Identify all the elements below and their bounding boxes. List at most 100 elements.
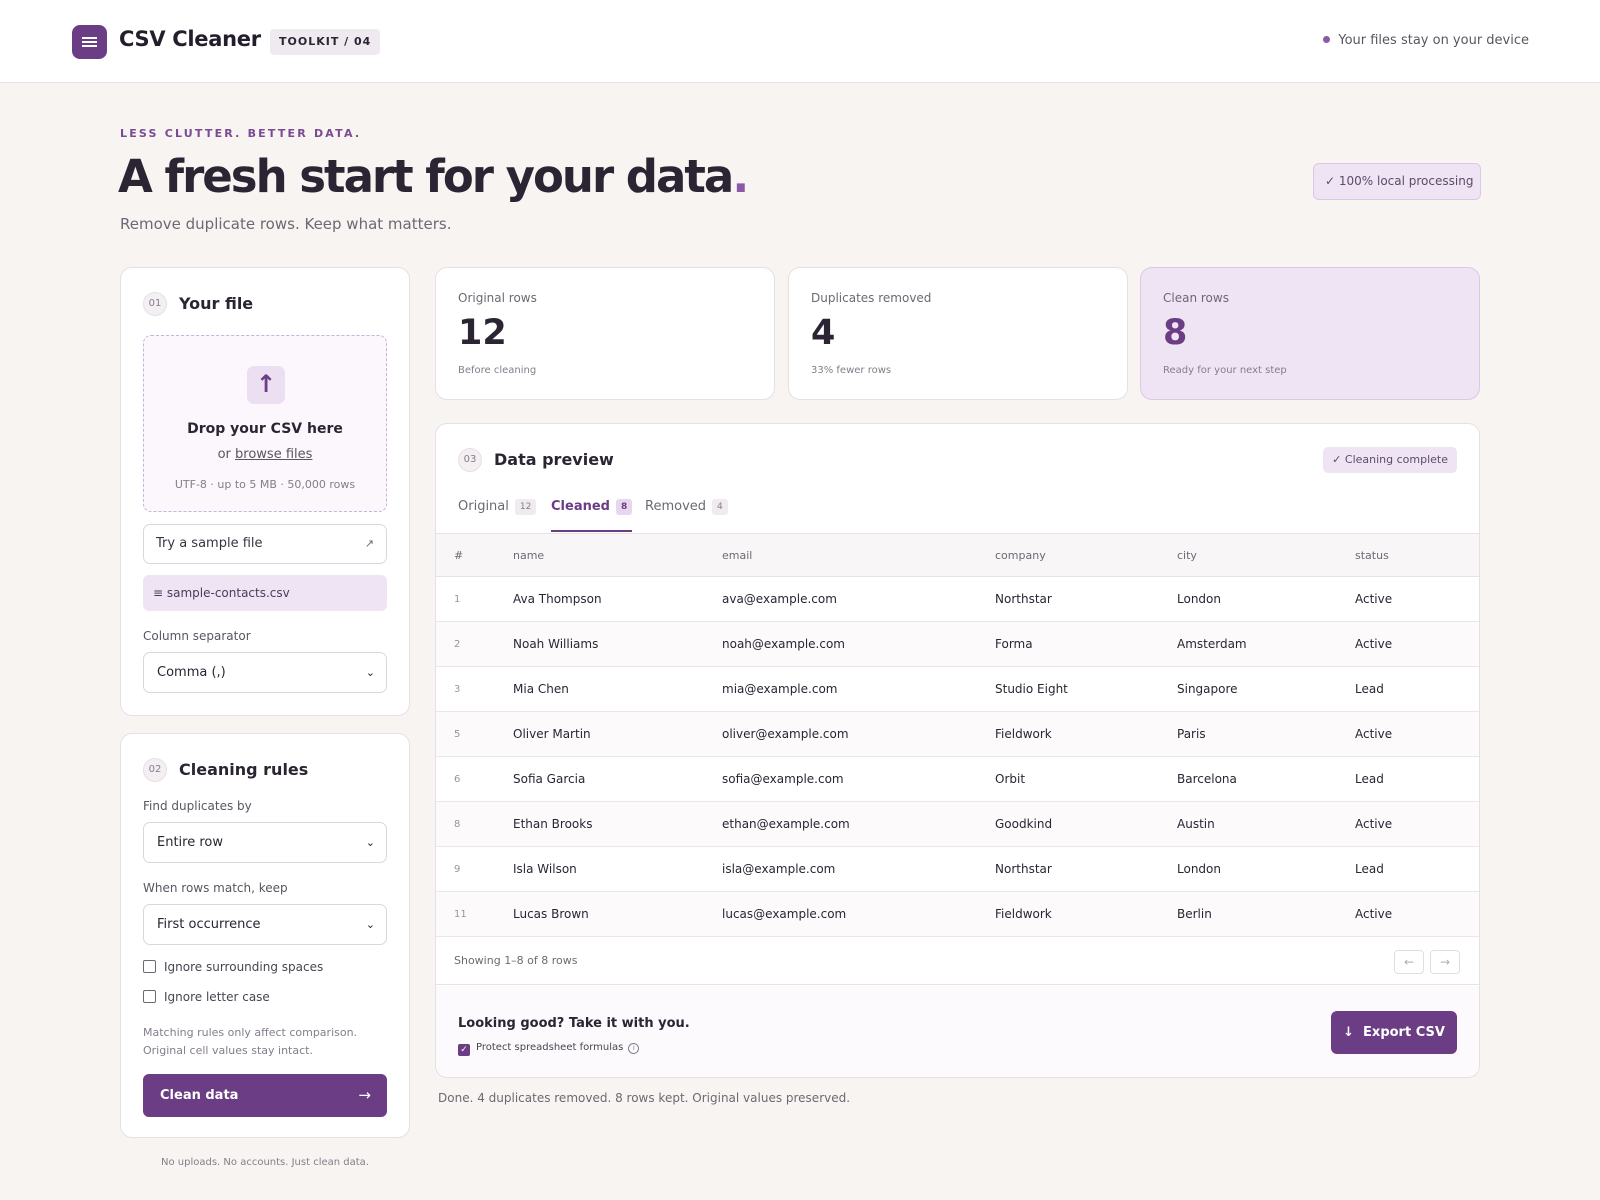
column-header: city (1177, 533, 1355, 577)
table-cell-index: 3 (436, 666, 513, 712)
local-processing-badge: ✓ 100% local processing (1313, 163, 1481, 200)
app-title: CSV Cleaner (119, 27, 261, 51)
upload-arrow-icon: ↑ (247, 366, 285, 404)
table-row[interactable]: 8 Ethan Brooks ethan@example.com Goodkind Au… (436, 801, 1479, 847)
stat-value: 4 (811, 313, 836, 353)
keep-rule-select[interactable]: First occurrence ⌄ (143, 904, 387, 945)
step-number: 02 (143, 758, 167, 782)
tab-removed[interactable]: Removed 4 (645, 499, 728, 532)
tab-count: 4 (712, 499, 728, 515)
table-cell-email: sofia@example.com (722, 756, 995, 802)
table-cell-email: mia@example.com (722, 666, 995, 712)
step-number: 03 (458, 448, 482, 472)
menu-icon[interactable] (72, 25, 107, 59)
table-cell-index: 8 (436, 801, 513, 847)
checkbox-box[interactable] (143, 990, 156, 1003)
csv-dropzone[interactable]: ↑ Drop your CSV here or browse files UTF… (143, 335, 387, 512)
status-message: Done. 4 duplicates removed. 8 rows kept.… (438, 1091, 851, 1105)
table-cell-status: Active (1355, 621, 1479, 667)
top-bar: CSV Cleaner TOOLKIT / 04 Your files stay… (0, 0, 1600, 83)
hero-eyebrow: LESS CLUTTER. BETTER DATA. (120, 127, 362, 140)
info-icon[interactable]: i (628, 1043, 640, 1054)
table-row[interactable]: 2 Noah Williams noah@example.com Forma Amste… (436, 621, 1479, 667)
table-cell-name: Noah Williams (513, 621, 722, 667)
table-cell-status: Active (1355, 711, 1479, 757)
find-duplicates-label: Find duplicates by (143, 799, 252, 813)
ignore-spaces-label: Ignore surrounding spaces (164, 960, 324, 974)
table-row[interactable]: 9 Isla Wilson isla@example.com Northstar Lon… (436, 846, 1479, 892)
column-header: status (1355, 533, 1479, 577)
next-page-button[interactable]: → (1430, 950, 1460, 974)
table-cell-name: Sofia Garcia (513, 756, 722, 802)
export-bar: Looking good? Take it with you. ✓ Protect… (436, 986, 1479, 1077)
checkbox-box[interactable] (143, 960, 156, 973)
table-cell-city: Singapore (1177, 666, 1355, 712)
column-header: name (513, 533, 722, 577)
table-cell-status: Active (1355, 576, 1479, 622)
status-dot-icon (1323, 36, 1331, 43)
export-title: Looking good? Take it with you. (458, 1016, 690, 1031)
stat-card-clean: Clean rows 8 Ready for your next step (1140, 267, 1480, 400)
loaded-file-chip: ≡ sample-contacts.csv (143, 575, 387, 611)
table-cell-email: noah@example.com (722, 621, 995, 667)
table-row[interactable]: 3 Mia Chen mia@example.com Studio Eight Sing… (436, 666, 1479, 712)
protect-formulas-checkbox[interactable]: ✓ Protect spreadsheet formulas i (458, 1042, 640, 1056)
table-cell-company: Fieldwork (995, 891, 1177, 937)
toolkit-badge: TOOLKIT / 04 (270, 29, 381, 55)
keep-rule-label: When rows match, keep (143, 881, 288, 895)
data-preview-panel: 03 Data preview ✓ Cleaning complete Orig… (435, 423, 1480, 1078)
table-footer: Showing 1–8 of 8 rows ← → (436, 938, 1479, 985)
table-cell-city: Barcelona (1177, 756, 1355, 802)
table-cell-name: Ethan Brooks (513, 801, 722, 847)
checkmark-icon[interactable]: ✓ (458, 1044, 470, 1056)
table-cell-name: Lucas Brown (513, 891, 722, 937)
table-cell-status: Active (1355, 891, 1479, 937)
table-row[interactable]: 1 Ava Thompson ava@example.com Northstar Lon… (436, 576, 1479, 622)
dropzone-or: or browse files (144, 447, 386, 462)
table-cell-email: isla@example.com (722, 846, 995, 892)
table-cell-index: 11 (436, 891, 513, 937)
previous-page-button[interactable]: ← (1394, 950, 1424, 974)
external-arrow-icon: ↗ (364, 537, 374, 550)
chevron-down-icon: ⌄ (365, 666, 375, 679)
separator-label: Column separator (143, 629, 251, 643)
table-cell-company: Forma (995, 621, 1177, 667)
tab-cleaned[interactable]: Cleaned 8 (551, 499, 633, 532)
separator-select[interactable]: Comma (,) ⌄ (143, 652, 387, 693)
table-cell-company: Northstar (995, 576, 1177, 622)
status-badge: ✓ Cleaning complete (1323, 447, 1457, 473)
table-cell-company: Orbit (995, 756, 1177, 802)
ignore-case-checkbox[interactable]: Ignore letter case (143, 990, 270, 1004)
table-cell-status: Active (1355, 801, 1479, 847)
table-row[interactable]: 11 Lucas Brown lucas@example.com Fieldwork B… (436, 891, 1479, 937)
dropzone-title: Drop your CSV here (187, 421, 343, 437)
preview-title: Data preview (494, 450, 614, 469)
table-cell-company: Studio Eight (995, 666, 1177, 712)
file-panel: 01 Your file ↑ Drop your CSV here or bro… (120, 267, 410, 716)
table-cell-name: Oliver Martin (513, 711, 722, 757)
chevron-down-icon: ⌄ (365, 836, 375, 849)
sample-file-button[interactable]: Try a sample file ↗ (143, 524, 387, 564)
table-cell-index: 5 (436, 711, 513, 757)
download-arrow-icon: ↓ (1343, 1025, 1354, 1040)
ignore-spaces-checkbox[interactable]: Ignore surrounding spaces (143, 960, 323, 974)
export-csv-button[interactable]: ↓ Export CSV (1331, 1011, 1457, 1054)
table-cell-index: 9 (436, 846, 513, 892)
table-row[interactable]: 6 Sofia Garcia sofia@example.com Orbit Barce… (436, 756, 1479, 802)
column-header: # (436, 533, 513, 577)
table-cell-city: Berlin (1177, 891, 1355, 937)
footnote: No uploads. No accounts. Just clean data… (161, 1157, 369, 1168)
table-cell-email: ethan@example.com (722, 801, 995, 847)
table-cell-email: oliver@example.com (722, 711, 995, 757)
table-cell-name: Mia Chen (513, 666, 722, 712)
table-row[interactable]: 5 Oliver Martin oliver@example.com Fieldwor… (436, 711, 1479, 757)
tab-original[interactable]: Original 12 (458, 499, 537, 532)
clean-data-label: Clean data (160, 1088, 239, 1103)
column-header: company (995, 533, 1177, 577)
browse-files-link[interactable]: browse files (235, 447, 312, 462)
clean-data-button[interactable]: Clean data → (143, 1074, 387, 1117)
stat-value: 8 (1163, 313, 1188, 353)
stat-caption: Before cleaning (458, 365, 537, 376)
find-duplicates-select[interactable]: Entire row ⌄ (143, 822, 387, 863)
table-cell-city: London (1177, 576, 1355, 622)
